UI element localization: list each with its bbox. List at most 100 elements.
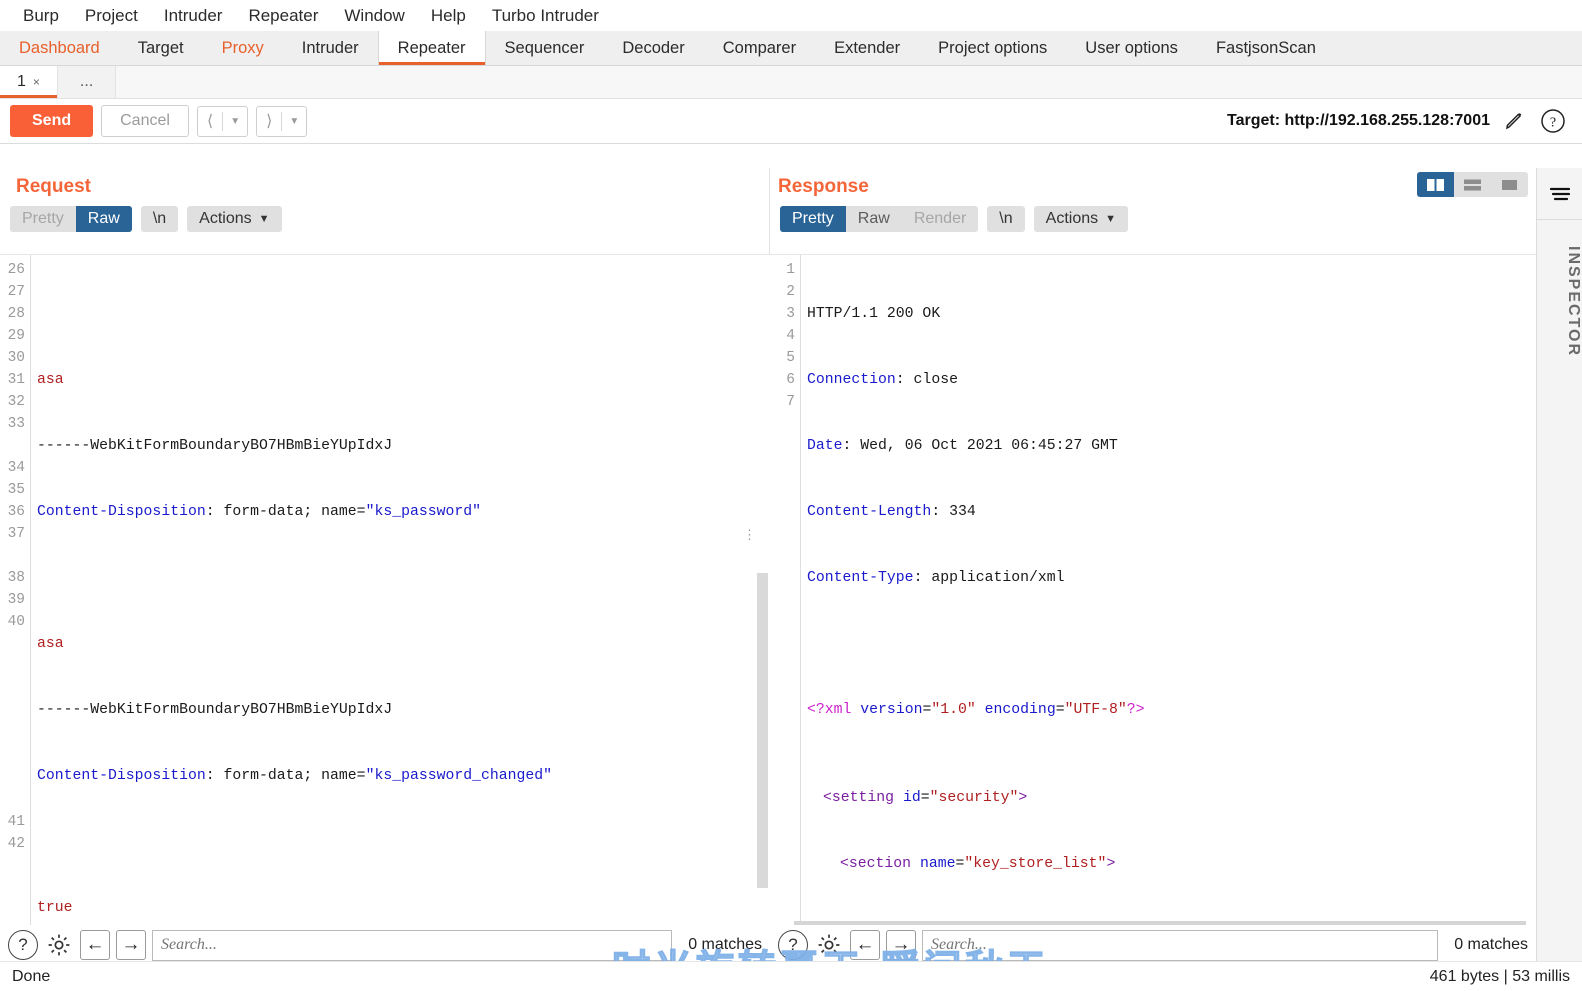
request-actions-button[interactable]: Actions ▼ [187, 206, 282, 232]
request-line: asa [37, 636, 64, 652]
side-by-side-icon[interactable] [1417, 172, 1454, 197]
line-number: 28 [7, 306, 25, 322]
response-line: Content-Length: 334 [807, 504, 976, 520]
tab-user-options[interactable]: User options [1066, 31, 1197, 65]
response-search-input[interactable] [922, 929, 1439, 961]
tab-intruder[interactable]: Intruder [283, 31, 378, 65]
request-actions-label: Actions [199, 210, 252, 227]
request-body[interactable]: asa ------WebKitFormBoundaryBO7HBmBieYUp… [30, 255, 770, 933]
request-line [37, 567, 770, 589]
arrow-right-icon[interactable]: → [116, 930, 146, 960]
response-newline-button[interactable]: \n [987, 206, 1025, 232]
main-tab-bar: Dashboard Target Proxy Intruder Repeater… [0, 31, 1582, 66]
line-number: 3 [786, 306, 795, 322]
line-number: 7 [786, 394, 795, 410]
response-toolbar: Pretty Raw Render \n Actions ▼ [770, 198, 1536, 239]
menu-item-turbo-intruder[interactable]: Turbo Intruder [479, 0, 612, 31]
response-line [807, 633, 1536, 655]
menu-item-repeater[interactable]: Repeater [235, 0, 331, 31]
request-scrollbar[interactable] [757, 573, 768, 888]
repeater-tab-bar: 1 × ... [0, 66, 1582, 99]
tab-sequencer[interactable]: Sequencer [486, 31, 604, 65]
burp-repeater-window: Burp Project Intruder Repeater Window He… [0, 0, 1582, 991]
request-view-segment: Pretty Raw [10, 206, 132, 232]
line-number: 30 [7, 350, 25, 366]
request-pretty-button[interactable]: Pretty [10, 206, 76, 232]
back-button[interactable]: ⟨ ▼ [196, 105, 249, 137]
request-newline-button[interactable]: \n [140, 206, 179, 232]
response-raw-button[interactable]: Raw [845, 206, 902, 232]
forward-button[interactable]: ⟩ ▼ [256, 105, 308, 137]
tab-repeater[interactable]: Repeater [377, 31, 486, 65]
request-raw-button[interactable]: Raw [75, 206, 132, 232]
arrow-left-icon[interactable]: ← [80, 930, 110, 960]
response-line: Content-Type: application/xml [807, 570, 1065, 586]
send-button[interactable]: Send [10, 105, 94, 137]
tab-extender[interactable]: Extender [815, 31, 919, 65]
response-pane: Response Pretty Raw Render \n Actions ▼ … [770, 168, 1536, 991]
stacked-icon[interactable] [1454, 172, 1491, 197]
single-icon[interactable] [1491, 172, 1528, 197]
response-line: Connection: close [807, 372, 958, 388]
repeater-tab-1-label: 1 [17, 73, 26, 90]
response-render-button[interactable]: Render [901, 206, 979, 232]
arrow-left-icon[interactable]: ← [850, 930, 880, 960]
chevron-down-icon[interactable]: ▼ [223, 116, 247, 127]
request-line: true [37, 900, 73, 916]
menu-item-window[interactable]: Window [331, 0, 417, 31]
tab-proxy[interactable]: Proxy [203, 31, 283, 65]
tab-decoder[interactable]: Decoder [603, 31, 703, 65]
menu-item-burp[interactable]: Burp [10, 0, 72, 31]
svg-text:?: ? [1550, 116, 1556, 131]
chevron-left-icon: ⟨ [206, 112, 214, 130]
tab-fastjsonscan[interactable]: FastjsonScan [1197, 31, 1335, 65]
tab-project-options[interactable]: Project options [919, 31, 1066, 65]
line-number: 29 [7, 328, 25, 344]
tab-dashboard[interactable]: Dashboard [0, 31, 119, 65]
target-label: Target: http://192.168.255.128:7001 [1227, 112, 1490, 129]
response-view-segment: Pretty Raw Render [780, 206, 979, 232]
response-line: HTTP/1.1 200 OK [807, 306, 941, 322]
line-number: 31 [7, 372, 25, 388]
request-search-input[interactable] [152, 929, 673, 961]
response-editor[interactable]: 1 2 3 4 5 6 7 HTTP/1.1 200 OK Connection… [770, 254, 1536, 933]
question-circle-icon[interactable]: ? [778, 930, 808, 960]
gear-icon[interactable] [814, 930, 844, 960]
chevron-down-icon[interactable]: ▼ [282, 116, 306, 127]
hamburger-icon[interactable] [1537, 168, 1582, 220]
request-search-bar: ? ← → 0 matches [0, 925, 770, 965]
line-number: 5 [786, 350, 795, 366]
question-circle-icon[interactable]: ? [8, 930, 38, 960]
drag-handle-icon[interactable]: ⋮ [743, 529, 756, 542]
menu-item-intruder[interactable]: Intruder [151, 0, 236, 31]
xml-line: <setting id=″security″> [823, 790, 1028, 806]
inspector-panel[interactable]: INSPECTOR [1536, 168, 1582, 991]
editor-panes: Request Pretty Raw \n Actions ▼ 26 27 28… [0, 168, 1582, 991]
request-matches-label: 0 matches [688, 936, 762, 953]
target-area: Target: http://192.168.255.128:7001 ? [1227, 108, 1572, 134]
response-line: <?xml version=″1.0″ encoding=″UTF-8″?> [807, 702, 1145, 718]
request-editor[interactable]: 26 27 28 29 30 31 32 33 34 35 36 37 38 3… [0, 254, 770, 933]
line-number: 32 [7, 394, 25, 410]
arrow-right-icon[interactable]: → [886, 930, 916, 960]
close-icon[interactable]: × [33, 75, 40, 89]
question-circle-icon[interactable]: ? [1540, 108, 1566, 134]
request-line: asa [37, 372, 64, 388]
response-pretty-button[interactable]: Pretty [780, 206, 846, 232]
repeater-tab-new[interactable]: ... [57, 66, 117, 98]
menu-item-help[interactable]: Help [418, 0, 479, 31]
tab-comparer[interactable]: Comparer [704, 31, 815, 65]
line-number: 33 [7, 416, 25, 432]
response-actions-button[interactable]: Actions ▼ [1033, 206, 1128, 232]
tab-target[interactable]: Target [119, 31, 203, 65]
request-line: ------WebKitFormBoundaryBO7HBmBieYUpIdxJ [37, 702, 393, 718]
repeater-tab-1[interactable]: 1 × [0, 66, 58, 98]
line-number: 6 [786, 372, 795, 388]
xml-line: <section name=″key_store_list″> [840, 856, 1116, 872]
cancel-button[interactable]: Cancel [101, 105, 189, 137]
menu-item-project[interactable]: Project [72, 0, 151, 31]
response-body[interactable]: HTTP/1.1 200 OK Connection: close Date: … [800, 255, 1536, 933]
gear-icon[interactable] [44, 930, 74, 960]
line-number: 4 [786, 328, 795, 344]
pencil-icon[interactable] [1502, 108, 1528, 134]
